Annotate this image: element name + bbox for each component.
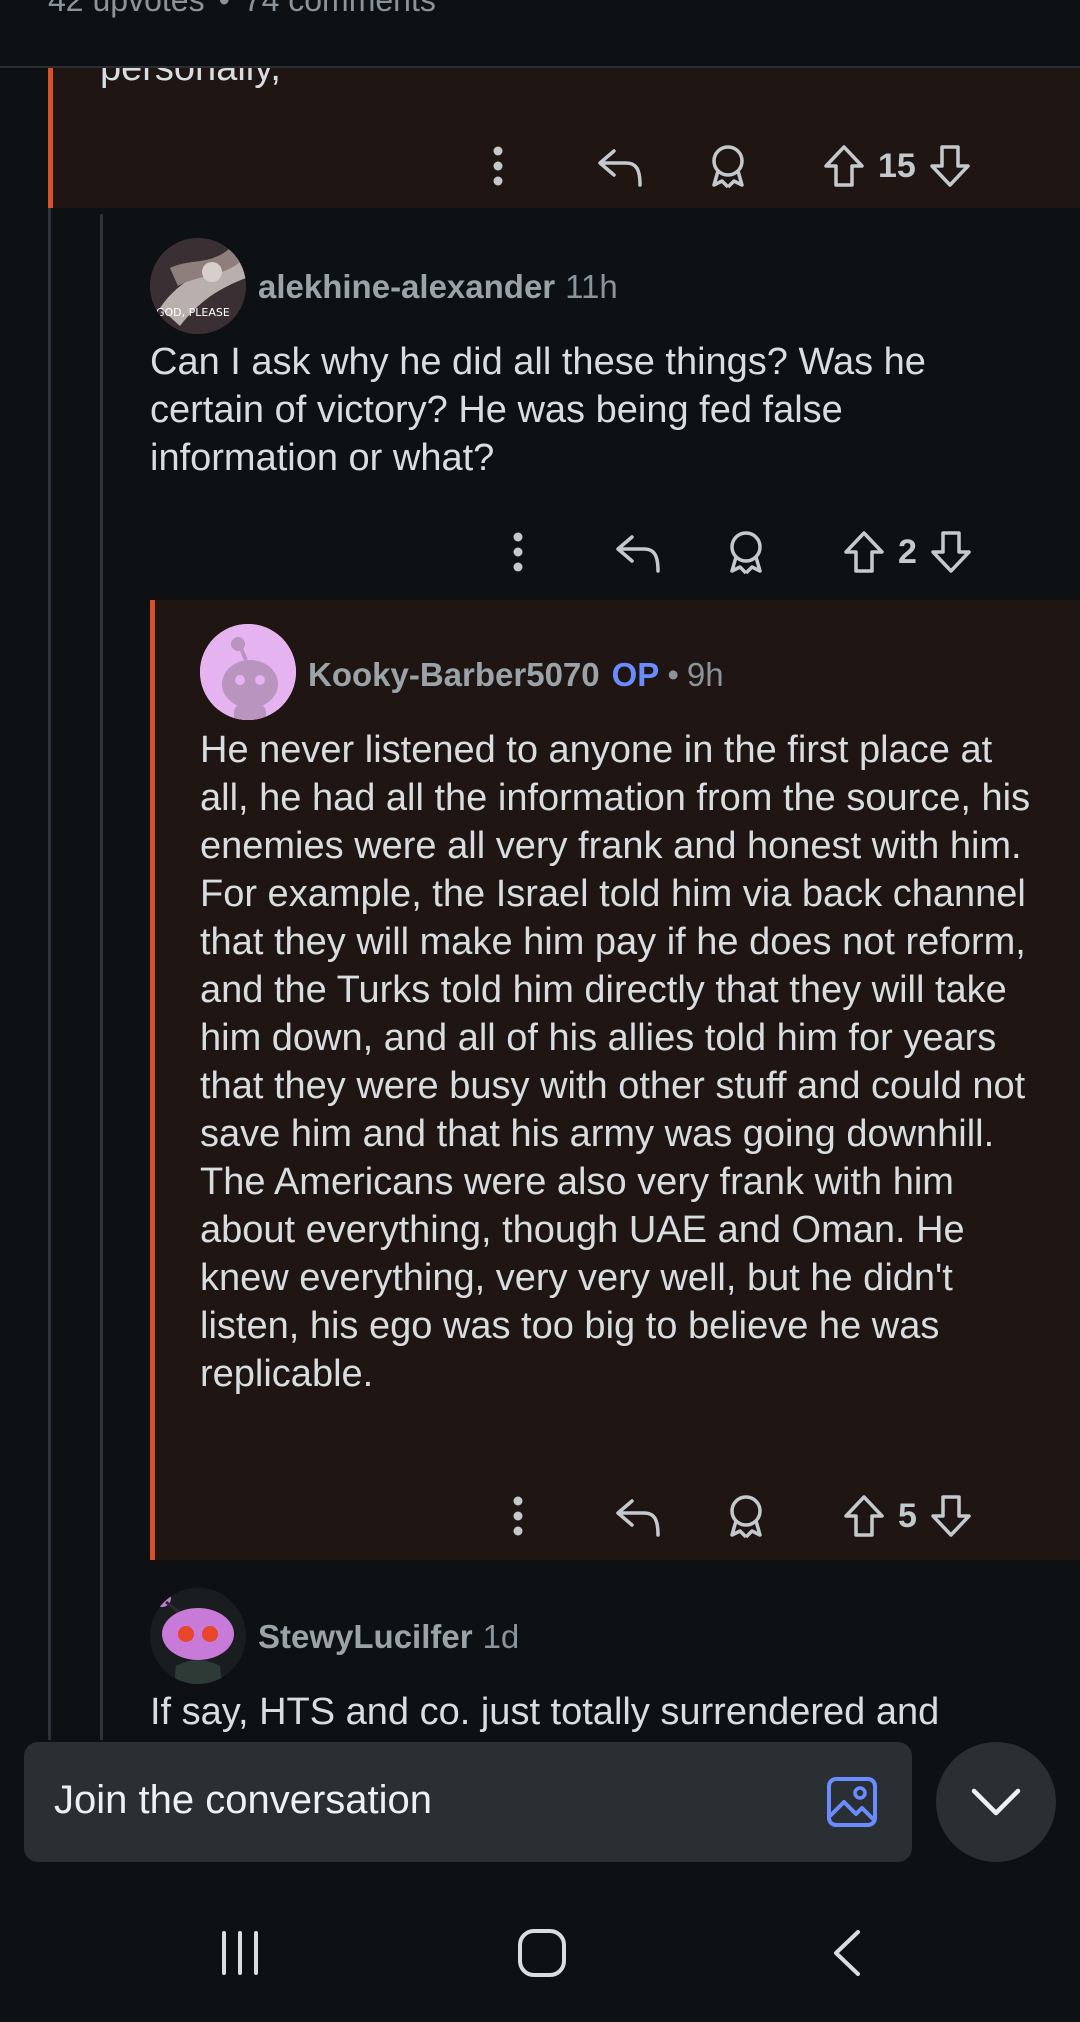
more-icon [513, 1496, 523, 1536]
back-icon [834, 1930, 860, 1976]
highlight-accent-bar [150, 600, 155, 1560]
award-button[interactable] [698, 136, 758, 196]
timestamp: 9h [686, 656, 724, 693]
vote-controls: 15 [822, 136, 972, 196]
highlight-accent-bar [48, 60, 53, 208]
comment-thread: personally, 15 GOD, PLEASE alekhine-alex… [0, 0, 1080, 1740]
comment-actions: 2 [490, 522, 1050, 582]
more-options-button[interactable] [490, 1486, 546, 1546]
composer-placeholder: Join the conversation [54, 1778, 433, 1822]
more-icon [513, 532, 523, 572]
downvote-icon[interactable] [929, 530, 973, 574]
downvote-icon[interactable] [929, 1494, 973, 1538]
comment-body: If say, HTS and co. just totally surrend… [150, 1691, 940, 1733]
comment-body: He never listened to anyone in the first… [200, 729, 1031, 1395]
system-nav-bar [0, 1880, 1080, 2022]
recent-apps-icon [222, 1931, 258, 1975]
home-icon [518, 1929, 566, 1977]
collapse-thread-button[interactable] [936, 1742, 1056, 1862]
downvote-icon[interactable] [928, 144, 972, 188]
comment-actions: 5 [490, 1486, 1050, 1546]
upvote-count: 42 upvotes [48, 0, 205, 18]
post-stats-bar: 42 upvotes • 74 comments [0, 0, 1080, 68]
comment-actions: 15 [470, 136, 1030, 196]
comment-body: Can I ask why he did all these things? W… [150, 341, 926, 479]
more-options-button[interactable] [490, 522, 546, 582]
image-icon[interactable] [826, 1776, 878, 1833]
award-icon [730, 1495, 762, 1539]
username[interactable]: StewyLucilfer [258, 1618, 473, 1655]
comment-author-line: StewyLucilfer 1d [258, 1618, 519, 1656]
comment-author-line: alekhine-alexander 11h [258, 268, 618, 306]
vote-controls: 2 [842, 522, 973, 582]
reply-button[interactable] [608, 522, 668, 582]
home-button[interactable] [512, 1920, 572, 1986]
upvote-icon[interactable] [822, 144, 866, 188]
timestamp: 11h [565, 268, 618, 305]
reply-button[interactable] [590, 136, 650, 196]
username[interactable]: alekhine-alexander [258, 268, 555, 305]
vote-count: 5 [898, 1496, 917, 1535]
reply-icon [616, 535, 660, 573]
vote-controls: 5 [842, 1486, 973, 1546]
back-button[interactable] [816, 1920, 876, 1986]
award-icon [730, 531, 762, 575]
avatar[interactable]: GOD, PLEASE [150, 238, 246, 334]
reply-icon [616, 1499, 660, 1537]
reply-button[interactable] [608, 1486, 668, 1546]
avatar-caption: GOD, PLEASE [156, 306, 230, 319]
post-stats: 42 upvotes • 74 comments [48, 0, 436, 19]
vote-count: 15 [878, 146, 916, 185]
more-options-button[interactable] [470, 136, 526, 196]
chevron-down-icon [971, 1788, 1021, 1816]
separator: • [218, 0, 230, 18]
upvote-icon[interactable] [842, 1494, 886, 1538]
op-badge: OP [611, 656, 660, 693]
upvote-icon[interactable] [842, 530, 886, 574]
thread-line[interactable] [100, 214, 103, 1740]
comment-author-line: Kooky-Barber5070 OP • 9h [308, 656, 724, 694]
award-button[interactable] [716, 1486, 776, 1546]
award-button[interactable] [716, 522, 776, 582]
thread-line[interactable] [48, 200, 51, 1740]
recent-apps-button[interactable] [210, 1920, 270, 1986]
avatar[interactable] [150, 1588, 246, 1684]
avatar[interactable] [200, 624, 296, 720]
comment-composer[interactable]: Join the conversation [24, 1742, 912, 1862]
reply-icon [598, 149, 642, 187]
award-icon [712, 145, 744, 189]
username[interactable]: Kooky-Barber5070 [308, 656, 600, 693]
timestamp: 1d [482, 1618, 520, 1655]
vote-count: 2 [898, 532, 917, 571]
comment-count: 74 comments [243, 0, 436, 18]
separator: • [667, 656, 679, 693]
more-icon [493, 146, 503, 186]
